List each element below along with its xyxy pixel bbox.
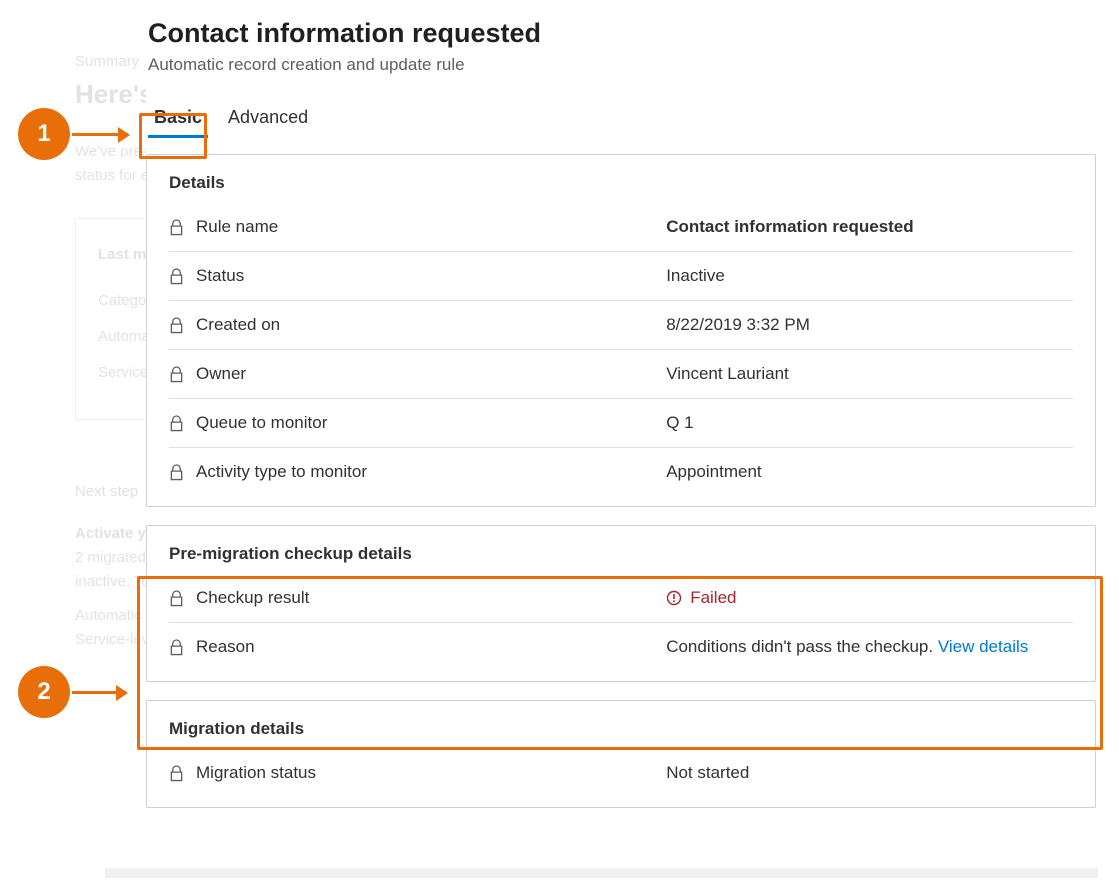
lock-icon <box>169 415 184 432</box>
field-label: Queue to monitor <box>196 413 327 433</box>
field-status: Status Inactive <box>169 252 1073 301</box>
checkup-title: Pre-migration checkup details <box>169 544 1073 564</box>
field-value: Conditions didn't pass the checkup. View… <box>666 637 1073 657</box>
annotation-arrow-2 <box>72 691 126 694</box>
field-label: Owner <box>196 364 246 384</box>
field-value: Vincent Lauriant <box>666 364 1073 384</box>
tabs: Basic Advanced <box>148 101 1096 136</box>
field-label: Checkup result <box>196 588 309 608</box>
lock-icon <box>169 765 184 782</box>
field-value-failed: Failed <box>666 588 1073 608</box>
lock-icon <box>169 268 184 285</box>
field-value: Inactive <box>666 266 1073 286</box>
field-created-on: Created on 8/22/2019 3:32 PM <box>169 301 1073 350</box>
field-reason: Reason Conditions didn't pass the checku… <box>169 623 1073 671</box>
checkup-card: Pre-migration checkup details Checkup re… <box>146 525 1096 682</box>
error-icon <box>666 590 682 606</box>
field-label: Created on <box>196 315 280 335</box>
field-value: Q 1 <box>666 413 1073 433</box>
field-value: Appointment <box>666 462 1073 482</box>
field-migration-status: Migration status Not started <box>169 749 1073 797</box>
lock-icon <box>169 366 184 383</box>
details-card: Details Rule name Contact information re… <box>146 154 1096 507</box>
view-details-link[interactable]: View details <box>938 637 1028 656</box>
field-queue: Queue to monitor Q 1 <box>169 399 1073 448</box>
migration-title: Migration details <box>169 719 1073 739</box>
field-rule-name: Rule name Contact information requested <box>169 203 1073 252</box>
bottom-scroll-hint <box>105 868 1098 878</box>
annotation-arrow-1 <box>72 133 128 136</box>
lock-icon <box>169 464 184 481</box>
lock-icon <box>169 219 184 236</box>
lock-icon <box>169 590 184 607</box>
field-label: Activity type to monitor <box>196 462 367 482</box>
field-value: Not started <box>666 763 1073 783</box>
field-owner: Owner Vincent Lauriant <box>169 350 1073 399</box>
field-label: Migration status <box>196 763 316 783</box>
field-value: Contact information requested <box>666 217 1073 237</box>
lock-icon <box>169 639 184 656</box>
field-checkup-result: Checkup result Failed <box>169 574 1073 623</box>
lock-icon <box>169 317 184 334</box>
annotation-badge-2: 2 <box>18 666 70 718</box>
annotation-badge-1: 1 <box>18 108 70 160</box>
tab-advanced[interactable]: Advanced <box>222 101 314 136</box>
migration-card: Migration details Migration status Not s… <box>146 700 1096 808</box>
main-panel: Contact information requested Automatic … <box>146 18 1096 808</box>
field-label: Rule name <box>196 217 278 237</box>
field-label: Status <box>196 266 244 286</box>
details-title: Details <box>169 173 1073 193</box>
field-label: Reason <box>196 637 255 657</box>
tab-basic[interactable]: Basic <box>148 101 208 136</box>
page-subtitle: Automatic record creation and update rul… <box>148 55 1096 75</box>
field-value: 8/22/2019 3:32 PM <box>666 315 1073 335</box>
page-title: Contact information requested <box>148 18 1096 49</box>
field-activity-type: Activity type to monitor Appointment <box>169 448 1073 496</box>
